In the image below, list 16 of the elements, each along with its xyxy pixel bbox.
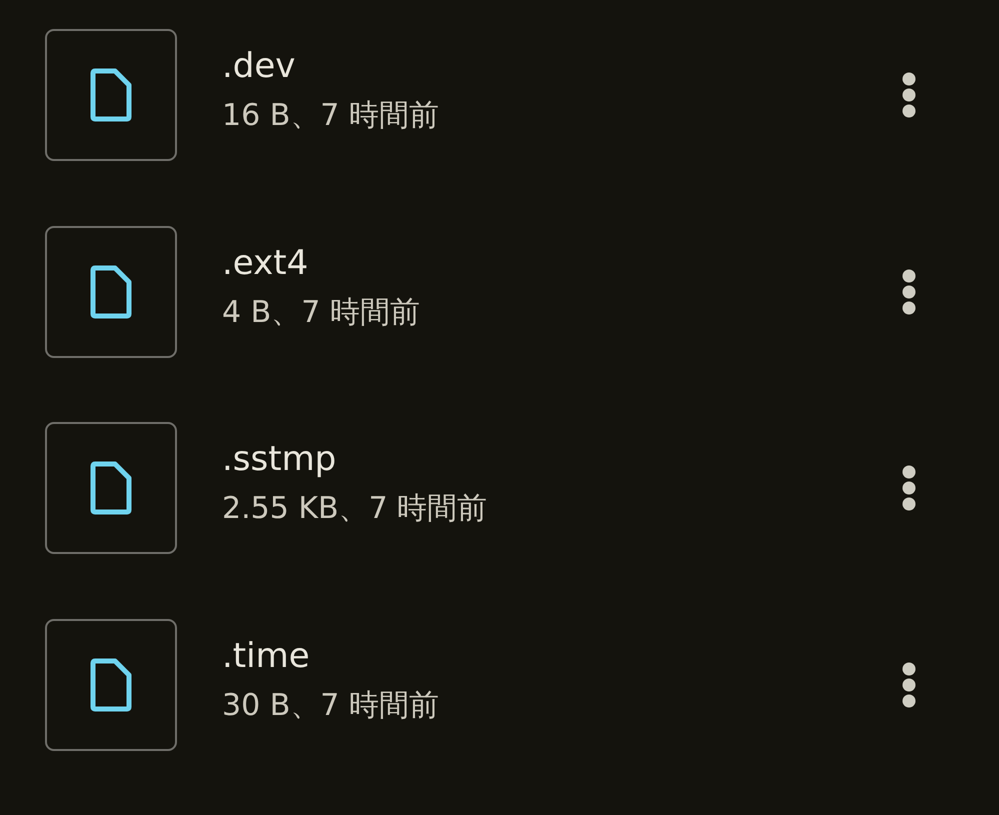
- more-vertical-icon: [902, 268, 916, 314]
- file-name: .dev: [222, 45, 296, 88]
- file-details: 30 B、7 時間前: [222, 686, 440, 724]
- file-details: 2.55 KB、7 時間前: [222, 490, 488, 528]
- file-icon: [89, 264, 133, 320]
- file-icon: [89, 656, 133, 712]
- more-vertical-icon: [902, 662, 916, 708]
- file-name: .time: [222, 634, 311, 678]
- more-vertical-icon: [902, 465, 916, 511]
- more-vertical-icon: [902, 72, 916, 118]
- file-details: 4 B、7 時間前: [222, 294, 421, 332]
- file-details: 16 B、7 時間前: [222, 97, 440, 135]
- file-name: .sstmp: [222, 438, 338, 481]
- file-icon: [89, 460, 133, 516]
- file-icon: [89, 67, 133, 123]
- file-name: .ext4: [222, 242, 310, 284]
